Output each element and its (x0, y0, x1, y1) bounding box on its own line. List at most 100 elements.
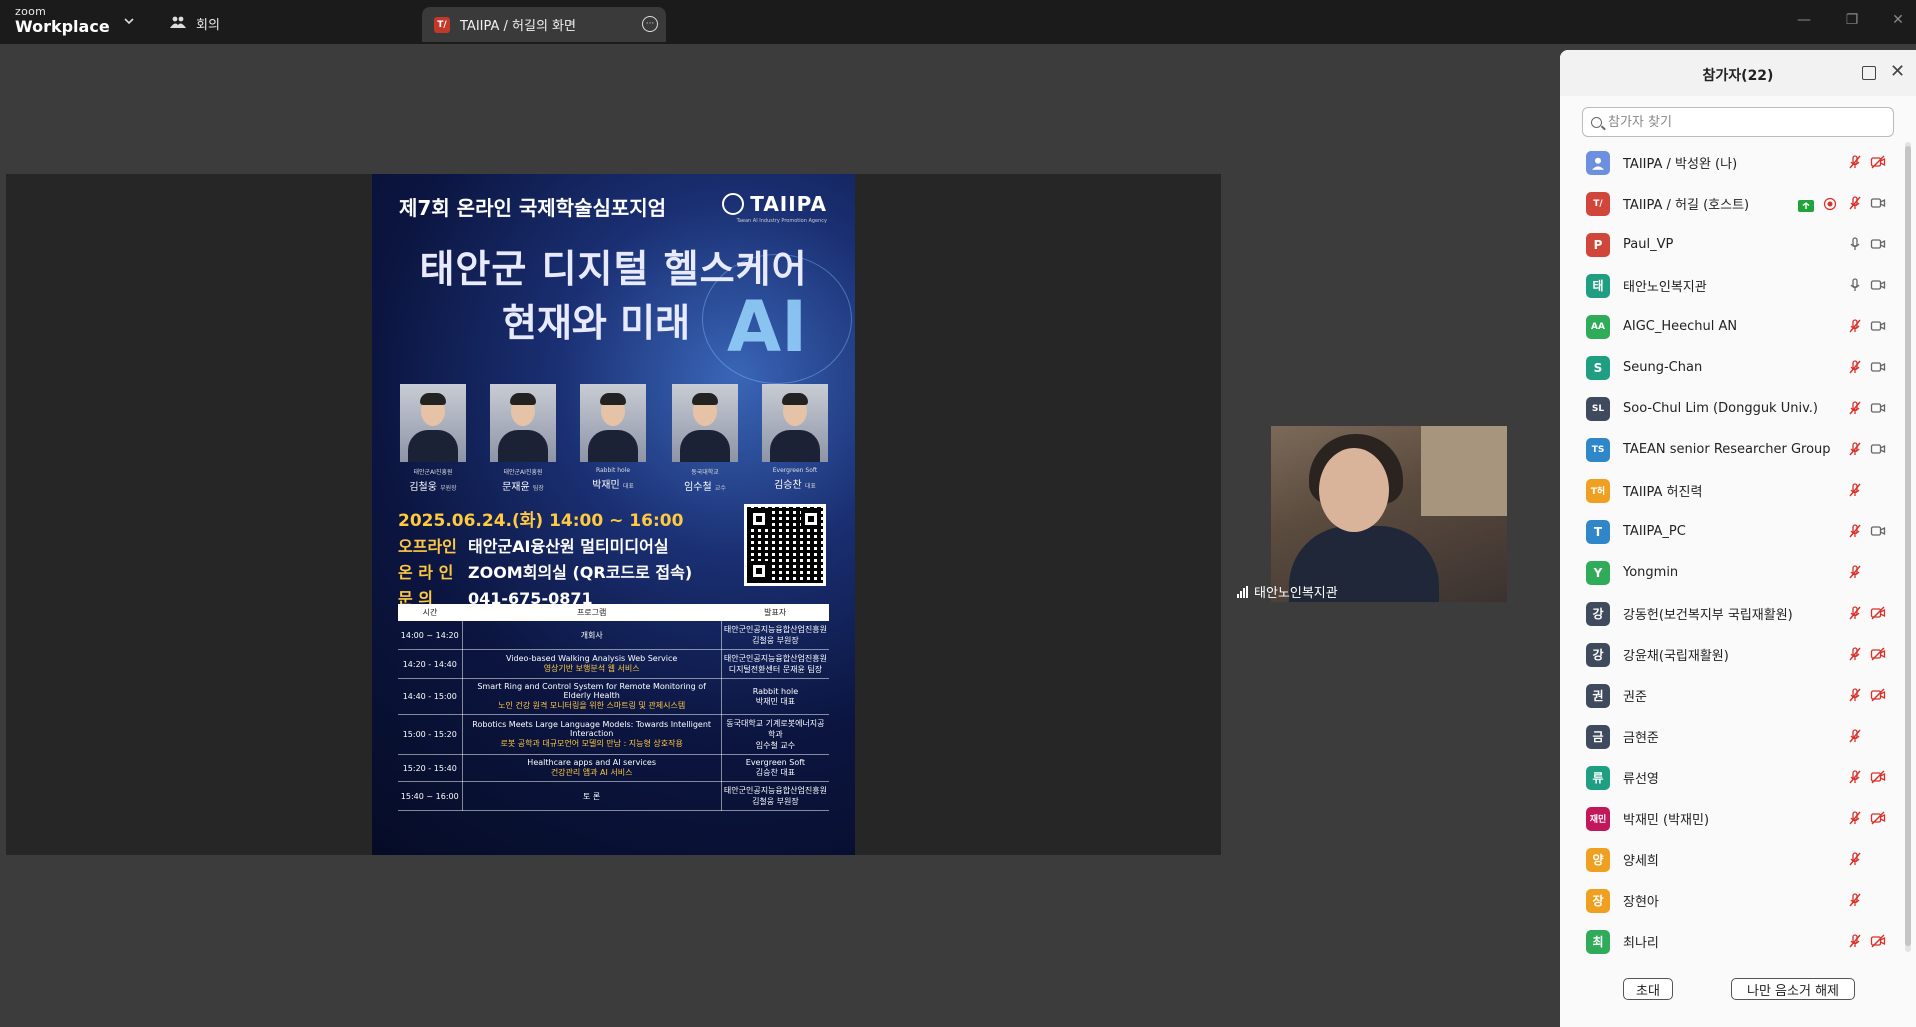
schedule-row: 15:40 ~ 16:00 토 론 태안군인공지능융합산업진흥원 김철웅 부원장 (398, 781, 829, 811)
schedule-row: 15:20 - 15:40 Healthcare apps and AI serv… (398, 754, 829, 782)
participant-name: TAIIPA / 박성완 (나) (1623, 157, 1738, 172)
mic-muted-icon (1847, 605, 1863, 621)
avatar: AA (1586, 314, 1610, 339)
video-off-icon (1870, 810, 1886, 826)
participant-row[interactable]: 강 강윤채(국립재활원) (1560, 634, 1905, 675)
tab-meeting[interactable]: 회의 (170, 12, 220, 34)
taiipa-logo: TAIIPA Taean AI Industry Promotion Agenc… (722, 192, 827, 224)
video-label: 태안노인복지관 (1237, 582, 1338, 601)
poster-title-line2: 현재와 미래 (502, 301, 691, 345)
participant-name: 강윤채(국립재활원) (1623, 649, 1729, 664)
poster-header: 제7회 온라인 국제학술심포지엄 (399, 196, 667, 220)
participant-row[interactable]: TAIIPA / 박성완 (나) (1560, 142, 1905, 183)
avatar: 태 (1586, 273, 1610, 298)
participant-row[interactable]: 권 권준 (1560, 675, 1905, 716)
logo-small-text: zoom (15, 5, 47, 18)
schedule-time: 15:00 - 15:20 (398, 714, 463, 755)
unmute-me-button[interactable]: 나만 음소거 해제 (1731, 978, 1855, 1000)
participant-row[interactable]: T/TAIIPA / 허길 (호스트) (1560, 183, 1905, 224)
schedule-time: 15:20 - 15:40 (398, 754, 463, 782)
avatar: 강 (1586, 601, 1610, 626)
avatar: 최 (1586, 929, 1610, 954)
mic-muted-icon (1847, 728, 1863, 744)
speaker-photo (672, 384, 738, 462)
mic-muted-icon (1847, 769, 1863, 785)
invite-button[interactable]: 초대 (1623, 978, 1673, 1000)
video-icon (1870, 195, 1886, 211)
logo-big-text: Workplace (15, 17, 110, 36)
participant-name: TAIIPA_PC (1623, 524, 1686, 539)
participant-row[interactable]: AA AIGC_Heechul AN (1560, 306, 1905, 347)
schedule-time: 15:40 ~ 16:00 (398, 781, 463, 811)
chevron-down-icon[interactable] (122, 14, 136, 28)
minimize-icon[interactable]: — (1794, 10, 1814, 30)
panel-footer: 초대 나만 음소거 해제 (1560, 978, 1916, 1008)
poster-title-line1: 태안군 디지털 헬스케어 (419, 247, 808, 291)
schedule-row: 14:20 - 14:40 Video-based Walking Analysi… (398, 649, 829, 679)
share-tab-label: TAIIPA / 허길의 화면 (460, 19, 576, 34)
tab-screen-share[interactable]: T/ TAIIPA / 허길의 화면 ··· (422, 7, 666, 42)
globe-icon (722, 193, 745, 215)
mic-muted-icon (1847, 933, 1863, 949)
participant-row[interactable]: S Seung-Chan (1560, 347, 1905, 388)
avatar: T/ (1586, 191, 1610, 216)
schedule-presenter: Evergreen Soft 김승찬 대표 (721, 754, 829, 782)
schedule-time: 14:20 - 14:40 (398, 649, 463, 679)
event-info: 2025.06.24.(화) 14:00 ~ 16:00 오프라인 태안군AI융산… (398, 506, 692, 609)
participant-name: Seung-Chan (1623, 360, 1703, 375)
more-options-icon[interactable]: ··· (642, 16, 658, 32)
avatar: 금 (1586, 724, 1610, 749)
qr-code (744, 504, 826, 586)
screen-share-icon (1798, 197, 1814, 213)
schedule-program: Healthcare apps and AI services 건강관리 앱과 A… (462, 754, 722, 782)
mic-muted-icon (1847, 892, 1863, 908)
participant-row[interactable]: 양 양세희 (1560, 839, 1905, 880)
avatar: TS (1586, 437, 1610, 462)
speaker-photo (490, 384, 556, 462)
avatar: P (1586, 232, 1610, 257)
close-icon[interactable]: ✕ (1890, 63, 1905, 81)
avatar: 재민 (1586, 806, 1610, 831)
schedule-program: Smart Ring and Control System for Remote… (462, 678, 722, 715)
participant-row[interactable]: Y Yongmin (1560, 552, 1905, 593)
video-off-icon (1870, 154, 1886, 170)
avatar: Y (1586, 560, 1610, 585)
participant-row[interactable]: 재민 박재민 (박재민) (1560, 798, 1905, 839)
speaker-card: 태안군AI진흥원 문재윤 팀장 (488, 384, 558, 493)
schedule-presenter: 태안군인공지능융합산업진흥원 디지털전환센터 문재윤 팀장 (721, 649, 829, 679)
participant-row[interactable]: 금 금현준 (1560, 716, 1905, 757)
zoom-logo[interactable]: zoom Workplace (15, 6, 110, 35)
schedule-table: 시간 프로그램 발표자 14:00 ~ 14:20 개회사 태안군인공지능융합산업진… (398, 604, 829, 811)
mic-muted-icon (1847, 318, 1863, 334)
pop-out-icon[interactable] (1862, 66, 1876, 80)
close-window-icon[interactable]: ✕ (1888, 10, 1908, 30)
schedule-row: 14:00 ~ 14:20 개회사 태안군인공지능융합산업진흥원 김철웅 부원장 (398, 621, 829, 650)
video-off-icon (1870, 605, 1886, 621)
participant-video[interactable] (1271, 426, 1507, 602)
restore-icon[interactable]: ❐ (1842, 10, 1862, 30)
participant-row[interactable]: 최 최나리 (1560, 921, 1905, 962)
participant-row[interactable]: TS TAEAN senior Researcher Group (1560, 429, 1905, 470)
search-input[interactable] (1608, 114, 1878, 130)
schedule-program: Video-based Walking Analysis Web Service… (462, 649, 722, 679)
participant-row[interactable]: P Paul_VP (1560, 224, 1905, 265)
participant-search[interactable] (1582, 107, 1894, 137)
participant-row[interactable]: 강 강동헌(보건복지부 국립재활원) (1560, 593, 1905, 634)
scrollbar[interactable] (1905, 142, 1911, 952)
speaker-card: 태안군AI진흥원 김철웅 부원장 (398, 384, 468, 493)
participant-name: AIGC_Heechul AN (1623, 319, 1738, 334)
participant-row[interactable]: 장 장현아 (1560, 880, 1905, 921)
participant-row[interactable]: 류 류선영 (1560, 757, 1905, 798)
participant-name: 태안노인복지관 (1623, 280, 1707, 295)
participant-row[interactable]: 태 태안노인복지관 (1560, 265, 1905, 306)
participant-row[interactable]: SL Soo-Chul Lim (Dongguk Univ.) (1560, 388, 1905, 429)
participant-name: 류선영 (1623, 772, 1659, 787)
mic-icon (1847, 277, 1863, 293)
participant-row[interactable]: T TAIIPA_PC (1560, 511, 1905, 552)
mic-muted-icon (1847, 482, 1863, 498)
participant-row[interactable]: T허 TAIIPA 허진력 (1560, 470, 1905, 511)
speaker-photo (762, 384, 828, 462)
schedule-program: 개회사 (462, 621, 722, 650)
mic-muted-icon (1847, 564, 1863, 580)
schedule-time: 14:00 ~ 14:20 (398, 621, 463, 650)
